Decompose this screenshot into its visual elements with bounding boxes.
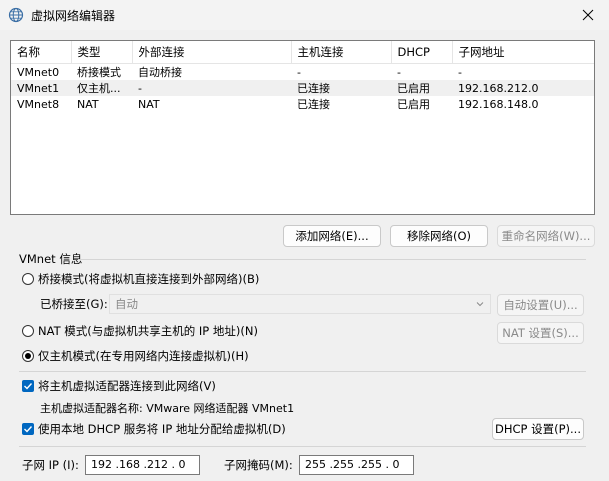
close-icon — [582, 9, 593, 21]
cell-external: 自动桥接 — [138, 66, 182, 79]
bridged-mode-label[interactable]: 桥接模式(将虚拟机直接连接到外部网络)(B) — [38, 271, 259, 287]
add-network-button[interactable]: 添加网络(E)... — [283, 225, 381, 247]
network-table: 名称 类型 外部连接 主机连接 DHCP 子网地址 VMnet0 桥接模式 自动… — [11, 41, 594, 112]
host-only-mode-label[interactable]: 仅主机模式(在专用网络内连接虚拟机)(H) — [38, 348, 249, 364]
cell-type: NAT — [77, 97, 99, 111]
cell-type: 仅主机... — [71, 80, 132, 96]
column-header-name[interactable]: 名称 — [11, 41, 72, 64]
table-row[interactable]: VMnet0 桥接模式 自动桥接 - - - — [11, 64, 594, 81]
cell-subnet: 192.168.212.0 — [452, 80, 594, 96]
subnet-mask-label: 子网掩码(M): — [224, 458, 293, 472]
cell-external: - — [132, 80, 291, 96]
cell-name: VMnet0 — [17, 65, 60, 79]
dhcp-settings-button[interactable]: DHCP 设置(P)... — [492, 418, 584, 440]
cell-dhcp: 已启用 — [391, 80, 452, 96]
subnet-ip-label: 子网 IP (I): — [22, 458, 79, 472]
bridged-mode-radio[interactable] — [22, 273, 34, 285]
adapter-name-text: 主机虚拟适配器名称: VMware 网络适配器 VMnet1 — [40, 402, 295, 415]
network-list[interactable]: 名称 类型 外部连接 主机连接 DHCP 子网地址 VMnet0 桥接模式 自动… — [10, 40, 595, 215]
close-button[interactable] — [566, 0, 609, 30]
subnet-mask-input[interactable]: 255 .255 .255 . 0 — [299, 455, 414, 475]
cell-subnet: 192.168.148.0 — [458, 97, 539, 111]
check-icon — [24, 383, 33, 390]
table-header-row: 名称 类型 外部连接 主机连接 DHCP 子网地址 — [11, 41, 594, 64]
check-icon — [24, 426, 33, 433]
cell-type: 桥接模式 — [77, 66, 121, 79]
cell-host: 已连接 — [297, 98, 330, 111]
nat-mode-radio[interactable] — [22, 325, 34, 337]
cell-dhcp: 已启用 — [397, 98, 430, 111]
cell-dhcp: - — [397, 65, 401, 79]
cell-host: 已连接 — [291, 80, 391, 96]
bridged-to-select[interactable]: 自动 — [109, 294, 491, 314]
rename-network-button[interactable]: 重命名网络(W)... — [497, 225, 595, 247]
bridged-to-label: 已桥接至(G): — [40, 297, 108, 311]
dhcp-checkbox[interactable] — [22, 423, 34, 435]
section-divider — [78, 259, 586, 260]
dhcp-label[interactable]: 使用本地 DHCP 服务将 IP 地址分配给虚拟机(D) — [38, 421, 286, 437]
vmnet-info-title: VMnet 信息 — [19, 252, 83, 266]
subnet-ip-input[interactable]: 192 .168 .212 . 0 — [85, 455, 200, 475]
chevron-down-icon — [476, 302, 484, 307]
cell-external: NAT — [138, 97, 160, 111]
title-bar: 虚拟网络编辑器 — [0, 0, 609, 30]
cell-name: VMnet1 — [11, 80, 71, 96]
nat-mode-label[interactable]: NAT 模式(与虚拟机共享主机的 IP 地址)(N) — [38, 323, 258, 339]
divider — [19, 371, 586, 372]
column-header-subnet[interactable]: 子网地址 — [452, 41, 594, 64]
host-only-mode-radio[interactable] — [22, 350, 34, 362]
window-title: 虚拟网络编辑器 — [31, 9, 116, 23]
cell-subnet: - — [458, 65, 462, 79]
column-header-type[interactable]: 类型 — [71, 41, 133, 64]
divider — [19, 446, 586, 447]
connect-adapter-label[interactable]: 将主机虚拟适配器连接到此网络(V) — [38, 378, 216, 394]
cell-name: VMnet8 — [17, 97, 60, 111]
bridged-to-value: 自动 — [115, 297, 138, 311]
column-header-external[interactable]: 外部连接 — [132, 41, 292, 64]
column-header-dhcp[interactable]: DHCP — [391, 41, 453, 64]
nat-settings-button[interactable]: NAT 设置(S)... — [497, 322, 584, 344]
column-header-host[interactable]: 主机连接 — [291, 41, 392, 64]
remove-network-button[interactable]: 移除网络(O) — [390, 225, 488, 247]
globe-icon — [8, 7, 24, 23]
cell-host: - — [297, 65, 301, 79]
table-row[interactable]: VMnet8 NAT NAT 已连接 已启用 192.168.148.0 — [11, 96, 594, 112]
auto-settings-button[interactable]: 自动设置(U)... — [497, 294, 584, 316]
table-row[interactable]: VMnet1 仅主机... - 已连接 已启用 192.168.212.0 — [11, 80, 594, 96]
connect-adapter-checkbox[interactable] — [22, 380, 34, 392]
